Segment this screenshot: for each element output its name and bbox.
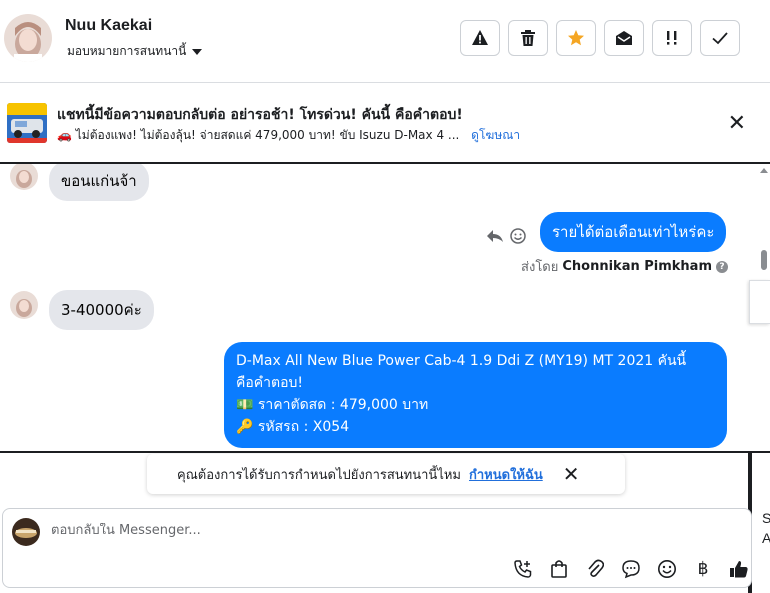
contact-name[interactable]: Nuu Kaekai (65, 17, 152, 35)
chat-bottom-divider (0, 451, 770, 453)
star-icon (568, 30, 584, 46)
sender-name: Chonnikan Pimkham (562, 259, 712, 274)
assign-suggestion-toast: คุณต้องการได้รับการกำหนดไปยังการสนทนานี้… (147, 454, 625, 494)
report-spam-button[interactable] (460, 20, 500, 56)
ad-title: แชทนี้มีข้อความตอบกลับต่อ อย่ารอช้า! โทร… (57, 107, 463, 123)
reply-composer: ฿ (2, 508, 752, 588)
offer-line: 🔑 รหัสรถ : X054 (236, 419, 350, 435)
assign-suggestion-text: คุณต้องการได้รับการกำหนดไปยังการสนทนานี้… (177, 467, 461, 483)
right-edge-text-line: A (762, 530, 770, 546)
right-edge-text-line: S (762, 510, 770, 526)
ad-description: 🚗 ไม่ต้องแพง! ไม่ต้องลุ้น! จ่ายสดแค่ 479… (57, 126, 520, 145)
help-icon[interactable]: ? (716, 260, 728, 273)
scroll-up-icon[interactable] (760, 168, 768, 173)
contact-avatar[interactable] (4, 14, 52, 62)
delete-button[interactable] (508, 20, 548, 56)
paperclip-icon[interactable] (583, 557, 607, 581)
side-panel-peek (749, 280, 770, 324)
composer-toolbar: ฿ (511, 557, 751, 581)
close-icon[interactable]: ✕ (563, 462, 580, 486)
mark-unread-button[interactable] (604, 20, 644, 56)
contact-avatar-small (10, 291, 38, 319)
scroll-thumb[interactable] (761, 250, 767, 270)
right-edge-text: S A (762, 508, 770, 548)
conversation-header: Nuu Kaekai มอบหมายการสนทนานี้ (0, 0, 770, 83)
sent-by-prefix: ส่งโดย (521, 260, 559, 275)
offer-line: D-Max All New Blue Power Cab-4 1.9 Ddi Z… (236, 353, 687, 369)
exclamation-icon (667, 31, 677, 45)
assign-label: มอบหมายการสนทนานี้ (67, 44, 187, 58)
offer-line: 💵 ราคาตัดสด : 479,000 บาท (236, 397, 429, 413)
star-button[interactable] (556, 20, 596, 56)
trash-icon (521, 30, 535, 46)
reply-icon[interactable] (486, 228, 504, 249)
message-tools (486, 228, 526, 249)
chevron-down-icon (192, 48, 203, 55)
ad-thumbnail[interactable] (7, 103, 47, 143)
baht-icon[interactable]: ฿ (691, 557, 715, 581)
assign-to-me-link[interactable]: กำหนดให้ฉัน (469, 464, 543, 485)
message-bubble-incoming[interactable]: ขอนแก่นจ้า (49, 164, 149, 201)
message-bubble-outgoing-offer[interactable]: D-Max All New Blue Power Cab-4 1.9 Ddi Z… (224, 342, 727, 448)
assign-conversation-dropdown[interactable]: มอบหมายการสนทนานี้ (67, 42, 203, 61)
done-button[interactable] (700, 20, 740, 56)
page-avatar (12, 518, 40, 546)
message-bubble-incoming[interactable]: 3-40000ค่ะ (49, 290, 154, 330)
close-icon[interactable]: ✕ (728, 112, 746, 134)
offer-line: คือคำตอบ! (236, 375, 303, 391)
reply-input[interactable] (51, 523, 651, 538)
thumbs-up-icon[interactable] (727, 557, 751, 581)
message-thread: ขอนแก่นจ้า รายได้ต่อเดือนเท่าไหร่คะ ส่งโ… (0, 164, 770, 451)
follow-up-button[interactable] (652, 20, 692, 56)
view-ad-link[interactable]: ดูโฆษณา (471, 128, 520, 142)
contact-avatar-small (10, 164, 38, 190)
warning-icon (472, 30, 488, 45)
smiley-icon[interactable] (655, 557, 679, 581)
sent-by-label: ส่งโดย Chonnikan Pimkham ? (521, 256, 728, 277)
ad-reply-banner: แชทนี้มีข้อความตอบกลับต่อ อย่ารอช้า! โทร… (0, 84, 770, 162)
call-plus-icon[interactable] (511, 557, 535, 581)
message-bubble-outgoing[interactable]: รายได้ต่อเดือนเท่าไหร่คะ (540, 212, 727, 252)
ad-description-text: 🚗 ไม่ต้องแพง! ไม่ต้องลุ้น! จ่ายสดแค่ 479… (57, 128, 460, 142)
envelope-open-icon (616, 31, 632, 45)
header-actions (460, 20, 740, 56)
speech-bubble-icon[interactable] (619, 557, 643, 581)
checkmark-icon (712, 32, 728, 45)
shopping-bag-icon[interactable] (547, 557, 571, 581)
react-smiley-icon[interactable] (510, 228, 526, 249)
